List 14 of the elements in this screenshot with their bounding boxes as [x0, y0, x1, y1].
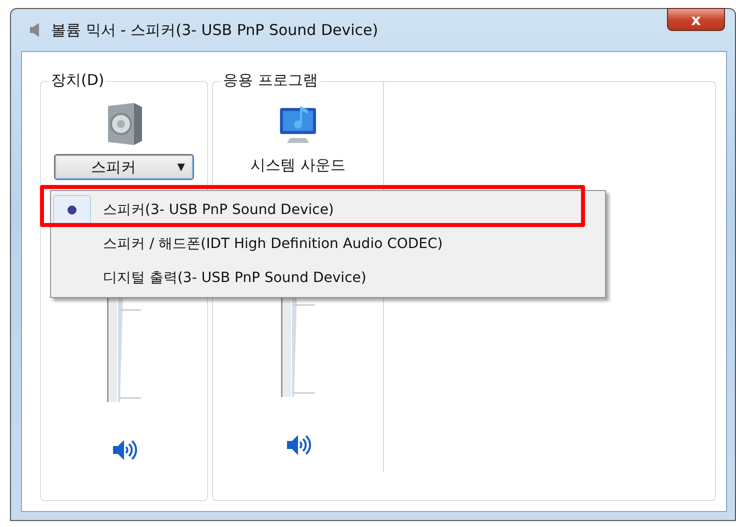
app-name: 시스템 사운드 — [250, 156, 346, 175]
speaker-icon — [29, 22, 41, 38]
close-button[interactable]: x — [667, 8, 725, 31]
window-title: 볼륨 믹서 - 스피커(3- USB PnP Sound Device) — [51, 20, 378, 40]
speaker-icon[interactable] — [111, 438, 137, 462]
menu-item[interactable]: 디지털 출력(3- USB PnP Sound Device) — [53, 261, 603, 295]
group-label: 장치(D) — [49, 71, 106, 90]
menu-item[interactable]: 스피커 / 해드폰(IDT High Definition Audio CODEC) — [53, 227, 603, 261]
group-label: 응용 프로그램 — [221, 71, 320, 90]
radio-dot-icon — [67, 205, 77, 215]
volume-slider-track[interactable] — [107, 298, 141, 402]
caret-icon: ▼ — [177, 162, 185, 172]
device-dropdown[interactable]: 스피커 ▼ — [54, 154, 194, 180]
speaker-icon[interactable] — [285, 433, 311, 457]
